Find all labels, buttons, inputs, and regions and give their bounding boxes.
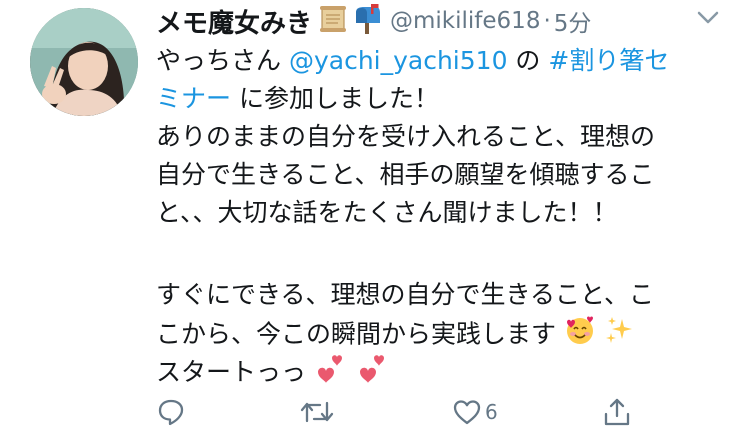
two-hearts-icon (356, 352, 390, 395)
display-name[interactable]: メモ魔女みき (156, 3, 312, 40)
mention-link[interactable]: @yachi_yachi510 (289, 46, 508, 75)
body-text: こから、今この瞬間から実践します (156, 319, 557, 349)
share-icon (604, 398, 630, 426)
hashtag-link[interactable]: ミナー (156, 84, 231, 113)
reply-icon (158, 399, 184, 426)
body-text: 自分で生きること、相手の願望を傾聴するこ (156, 160, 655, 189)
tweet-text: やっちさん @yachi_yachi510 の #割り箸セ ミナー に参加しまし… (156, 42, 736, 390)
avatar[interactable] (30, 8, 138, 116)
two-hearts-icon (314, 352, 348, 395)
tweet-action-bar: 6 (156, 396, 636, 431)
like-count: 6 (485, 400, 498, 424)
body-text: と、、大切な話をたくさん聞けました！！ (156, 198, 618, 227)
retweet-icon (300, 401, 334, 423)
body-text: ありのままの自分を受け入れること、理想の (156, 122, 656, 151)
chevron-down-icon[interactable] (697, 10, 719, 26)
sparkles-icon (604, 315, 634, 356)
body-text: スタートっっ (156, 357, 307, 387)
avatar-photo (30, 8, 138, 116)
like-button[interactable]: 6 (452, 396, 498, 428)
timestamp[interactable]: 5分 (554, 4, 592, 38)
reply-button[interactable] (156, 396, 186, 428)
body-text: すぐにできる、理想の自分で生きること、こ (156, 280, 655, 309)
retweet-button[interactable] (300, 396, 334, 428)
body-text: の (507, 46, 549, 75)
smiling-face-with-hearts-icon (564, 314, 596, 357)
share-button[interactable] (602, 396, 632, 428)
body-text: やっちさん (156, 46, 289, 75)
hashtag-link[interactable]: #割り箸セ (548, 46, 669, 75)
mailbox-icon (352, 4, 382, 38)
separator-dot: · (543, 8, 551, 34)
tweet-header: メモ魔女みき @mikilife618 · 5分 (156, 3, 592, 40)
body-text: に参加しました！ (231, 84, 439, 113)
like-icon (453, 400, 481, 425)
scroll-icon (318, 5, 348, 37)
user-handle[interactable]: @mikilife618 (390, 8, 540, 34)
